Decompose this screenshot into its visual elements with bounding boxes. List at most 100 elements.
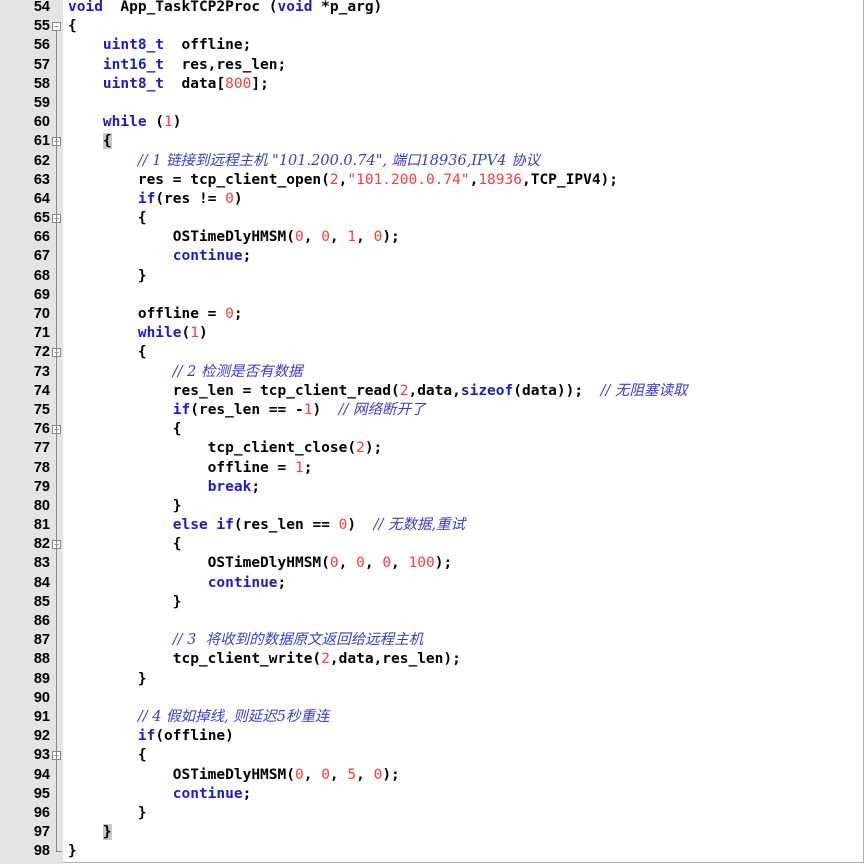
code-text: if(res != 0) <box>137 190 243 207</box>
code-line[interactable]: 96 } <box>0 804 865 823</box>
code-line[interactable]: 94 OSTimeDlyHMSM(0, 0, 5, 0); <box>0 766 865 785</box>
line-number: 71 <box>33 325 50 342</box>
code-line[interactable]: 55−{ <box>0 17 865 36</box>
line-number: 86 <box>33 613 50 629</box>
code-line[interactable]: 65− { <box>0 209 865 228</box>
code-text: // 3 将收到的数据原文返回给远程主机 <box>172 632 424 649</box>
code-line[interactable]: 68 } <box>0 267 865 286</box>
code-text: continue; <box>172 248 252 265</box>
line-number: 97 <box>33 824 50 841</box>
line-number: 77 <box>33 440 50 457</box>
line-number: 85 <box>33 593 50 610</box>
line-number: 67 <box>33 248 50 265</box>
code-line[interactable]: 67 continue; <box>0 247 865 266</box>
code-text: } <box>68 843 77 860</box>
code-line[interactable]: 60 while (1) <box>0 113 865 132</box>
code-line[interactable]: 97 } <box>0 823 865 842</box>
code-line[interactable]: 57 int16_t res,res_len; <box>0 56 865 75</box>
line-number: 64 <box>33 190 50 207</box>
code-line[interactable]: 95 continue; <box>0 785 865 804</box>
line-number: 75 <box>33 401 50 418</box>
line-number: 96 <box>33 804 50 821</box>
code-line[interactable]: 66 OSTimeDlyHMSM(0, 0, 1, 0); <box>0 228 865 247</box>
code-line[interactable]: 81 else if(res_len == 0) // 无数据,重试 <box>0 516 865 535</box>
line-number: 94 <box>33 766 50 783</box>
code-text: { <box>68 421 182 438</box>
line-number: 58 <box>33 75 50 92</box>
code-line[interactable]: 84 continue; <box>0 574 865 593</box>
line-number: 84 <box>33 574 50 591</box>
code-line[interactable]: 63 res = tcp_client_open(2,"101.200.0.74… <box>0 171 865 190</box>
code-line[interactable]: 83 OSTimeDlyHMSM(0, 0, 0, 100); <box>0 554 865 573</box>
code-line[interactable]: 90 <box>0 689 865 708</box>
line-number: 83 <box>33 555 50 572</box>
code-text: if(res_len == -1) // 网络断开了 <box>172 401 426 418</box>
code-text: offline = 1; <box>68 459 313 476</box>
code-editor[interactable]: 54 void App_TaskTCP2Proc (void *p_arg) 55−… <box>0 0 865 864</box>
line-number: 98 <box>33 843 50 860</box>
code-text: uint8_t data[800]; <box>102 75 269 92</box>
code-line[interactable]: 64 if(res != 0) <box>0 190 865 209</box>
code-text: res = tcp_client_open(2,"101.200.0.74",1… <box>68 171 619 188</box>
code-text: OSTimeDlyHMSM(0, 0, 1, 0); <box>68 229 400 246</box>
line-number: 81 <box>33 517 50 534</box>
code-text: { <box>68 210 147 227</box>
code-line[interactable]: 76− { <box>0 420 865 439</box>
code-text: } <box>68 497 182 514</box>
code-line[interactable]: 78 offline = 1; <box>0 459 865 478</box>
code-line[interactable]: 91 // 4 假如掉线, 则延迟5秒重连 <box>0 708 865 727</box>
line-number: 74 <box>33 382 50 399</box>
code-line[interactable]: 82− { <box>0 535 865 554</box>
code-line[interactable]: 72− { <box>0 343 865 362</box>
code-line[interactable]: 59 <box>0 94 865 113</box>
code-line[interactable]: 75 if(res_len == -1) // 网络断开了 <box>0 401 865 420</box>
fold-toggle-icon[interactable]: − <box>52 22 61 32</box>
line-number: 65 <box>33 210 50 227</box>
code-line[interactable]: 69 <box>0 286 865 305</box>
code-area[interactable]: 54 void App_TaskTCP2Proc (void *p_arg) 55−… <box>0 0 865 861</box>
code-line[interactable]: 56 uint8_t offline; <box>0 36 865 55</box>
code-line[interactable]: 74 res_len = tcp_client_read(2,data,size… <box>0 382 865 401</box>
code-line[interactable]: 93− { <box>0 746 865 765</box>
line-number: 63 <box>33 171 50 188</box>
code-line[interactable]: 70 offline = 0; <box>0 305 865 324</box>
line-number: 91 <box>33 708 50 725</box>
line-number: 80 <box>33 497 50 514</box>
code-text: { <box>68 18 77 35</box>
code-text: offline = 0; <box>68 306 243 322</box>
code-text: uint8_t offline; <box>102 37 252 54</box>
code-line[interactable]: 79 break; <box>0 478 865 497</box>
line-number: 55 <box>33 18 50 35</box>
code-line[interactable]: 61− { <box>0 132 865 151</box>
code-line[interactable]: 87 // 3 将收到的数据原文返回给远程主机 <box>0 631 865 650</box>
line-number: 59 <box>33 94 50 111</box>
code-line[interactable]: 54 void App_TaskTCP2Proc (void *p_arg) <box>0 0 865 17</box>
line-number: 79 <box>33 478 50 495</box>
code-line[interactable]: 73 // 2 检测是否有数据 <box>0 363 865 382</box>
code-text: tcp_client_write(2,data,res_len); <box>68 651 461 668</box>
code-line[interactable]: 88 tcp_client_write(2,data,res_len); <box>0 650 865 669</box>
code-text: { <box>68 536 182 553</box>
line-number: 60 <box>33 114 50 131</box>
code-text: } <box>68 804 147 821</box>
code-line[interactable]: 77 tcp_client_close(2); <box>0 439 865 458</box>
code-text: // 1 链接到远程主机 "101.200.0.74", 端口18936,IPV… <box>137 152 541 169</box>
code-line[interactable]: 71 while(1) <box>0 324 865 343</box>
line-number: 89 <box>33 670 50 687</box>
line-number: 62 <box>33 152 50 169</box>
code-line[interactable]: 85 } <box>0 593 865 612</box>
code-text: res_len = tcp_client_read(2,data,sizeof(… <box>68 382 688 399</box>
code-text: break; <box>207 478 261 495</box>
code-text: if(offline) <box>137 728 234 745</box>
code-line[interactable]: 62 // 1 链接到远程主机 "101.200.0.74", 端口18936,… <box>0 152 865 171</box>
code-text: OSTimeDlyHMSM(0, 0, 5, 0); <box>68 766 400 783</box>
code-line[interactable]: 80 } <box>0 497 865 516</box>
code-line[interactable]: 92 if(offline) <box>0 727 865 746</box>
code-line[interactable]: 98} <box>0 842 865 861</box>
code-text: void App_TaskTCP2Proc (void *p_arg) <box>68 0 383 15</box>
fold-guide-line <box>56 31 57 851</box>
code-line[interactable]: 58 uint8_t data[800]; <box>0 75 865 94</box>
code-line[interactable]: 86 <box>0 612 865 631</box>
code-line[interactable]: 89 } <box>0 670 865 689</box>
code-text: { <box>68 747 147 764</box>
